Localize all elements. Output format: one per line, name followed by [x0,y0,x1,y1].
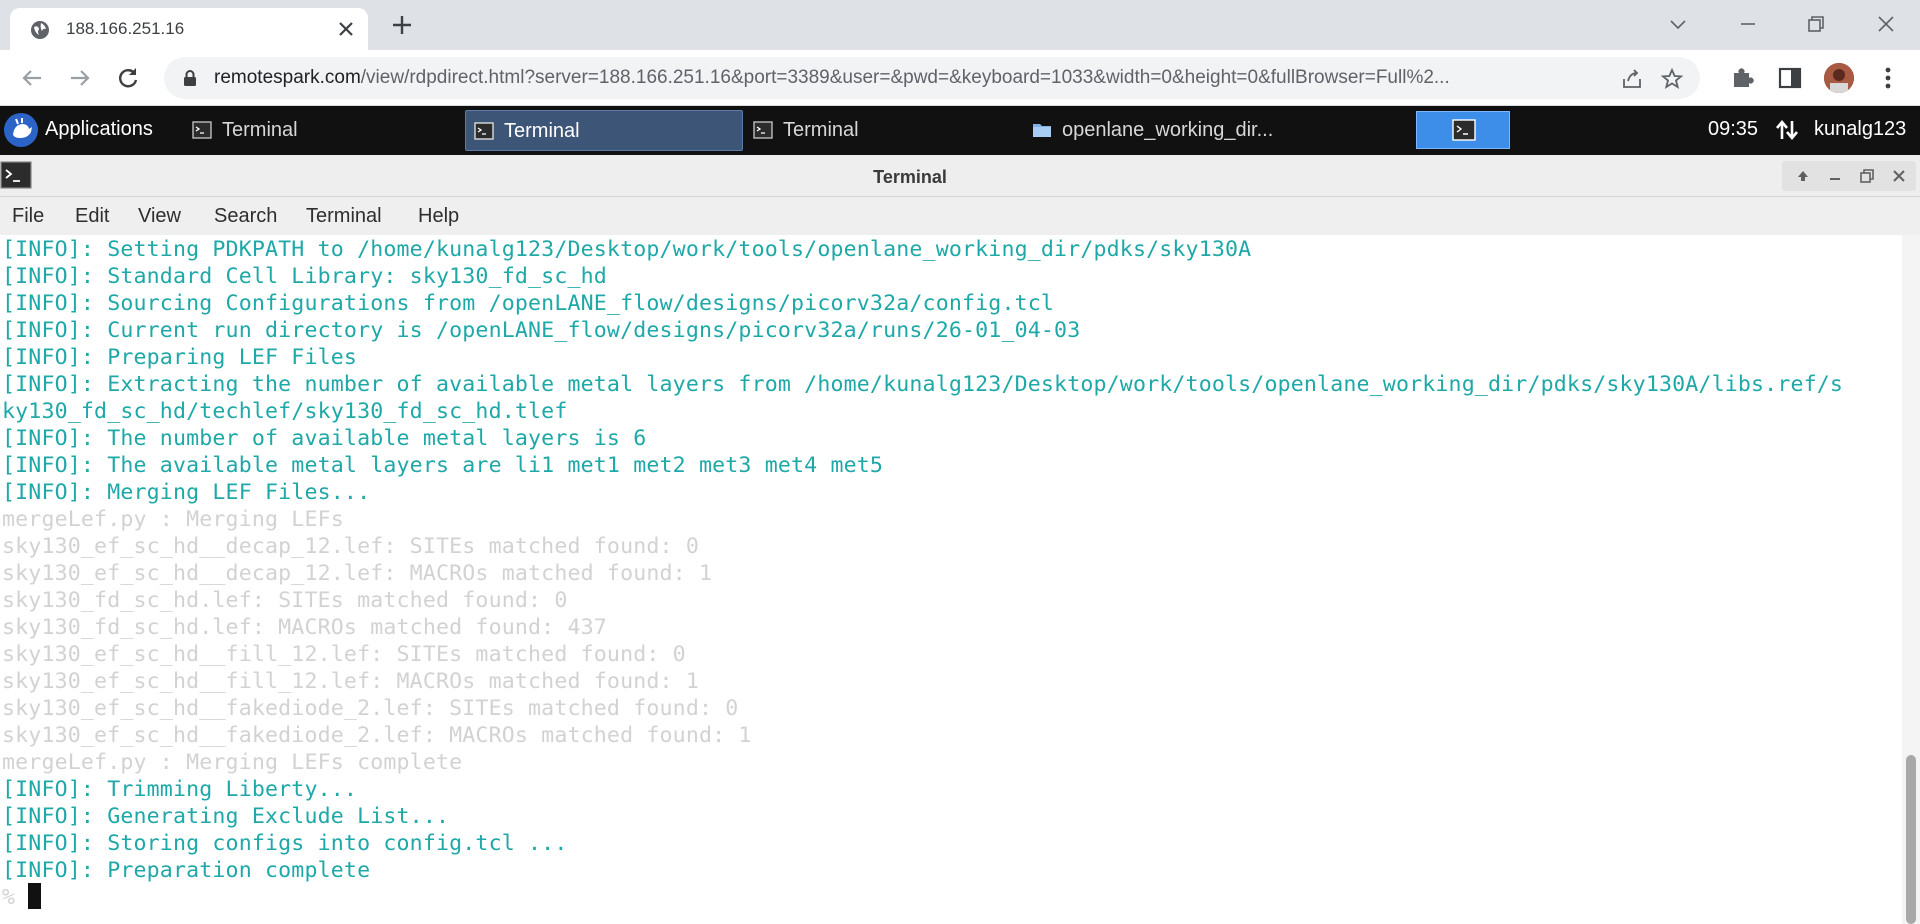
avatar[interactable] [1824,63,1854,93]
terminal-line: sky130_ef_sc_hd__fakediode_2.lef: MACROs… [2,723,752,748]
plus-icon[interactable] [390,13,414,37]
taskbar-item-label: Terminal [504,120,580,142]
restore-icon[interactable] [1804,12,1828,36]
terminal-icon [192,121,212,139]
tab-title: 188.166.251.16 [66,19,185,38]
terminal-menubar: File Edit View Search Terminal Help [0,197,1920,235]
terminal-line: [INFO]: Current run directory is /openLA… [2,318,1081,343]
terminal-scrollbar[interactable] [1902,235,1920,924]
menu-view[interactable]: View [138,205,181,228]
terminal-line: sky130_ef_sc_hd__fill_12.lef: MACROs mat… [2,669,699,694]
close-icon[interactable] [1890,167,1908,185]
applications-menu-button[interactable]: Applications [0,106,176,155]
arrow-left-icon[interactable] [18,64,46,92]
menu-help[interactable]: Help [418,205,459,228]
folder-icon [1033,124,1051,137]
window-controls [1782,161,1916,191]
terminal-line: [INFO]: The available metal layers are l… [2,453,884,478]
globe-icon [31,21,49,39]
arrow-up-icon[interactable] [1794,167,1812,185]
address-bar[interactable]: remotespark.com/view/rdpdirect.html?serv… [164,57,1700,99]
url-text[interactable]: remotespark.com/view/rdpdirect.html?serv… [214,67,1450,89]
desktop-panel: Applications Terminal Terminal Terminal … [0,106,1920,155]
xfce-mouse-icon [13,118,32,138]
terminal-line: [INFO]: Trimming Liberty... [2,777,358,802]
avatar-image [1824,63,1854,93]
panel-user[interactable]: kunalg123 [1814,118,1906,141]
terminal-line: sky130_fd_sc_hd.lef: SITEs matched found… [2,588,568,613]
terminal-line: mergeLef.py : Merging LEFs [2,507,344,532]
terminal-line: [INFO]: Sourcing Configurations from /op… [2,291,1055,316]
terminal-line: [INFO]: Merging LEF Files... [2,480,371,505]
star-icon[interactable] [1660,67,1684,91]
minimize-icon[interactable] [1736,12,1760,36]
terminal-icon [474,122,494,140]
url-path: /view/rdpdirect.html?server=188.166.251.… [360,67,1450,88]
browser-tab[interactable]: 188.166.251.16 [10,8,368,50]
xfce-logo-icon [4,113,38,147]
share-icon[interactable] [1620,67,1644,91]
side-panel-icon[interactable] [1776,64,1804,92]
terminal-icon [753,121,773,139]
terminal-line: sky130_fd_sc_hd.lef: MACROs matched foun… [2,615,607,640]
window-title: Terminal [873,167,947,187]
terminal-line: [INFO]: Standard Cell Library: sky130_fd… [2,264,607,289]
menu-file[interactable]: File [12,205,44,228]
browser-tab-strip: 188.166.251.16 [0,0,1920,50]
taskbar-item-file-manager[interactable]: openlane_working_dir... [1024,110,1304,151]
network-icon[interactable] [1774,117,1800,143]
window-titlebar[interactable]: Terminal [0,155,1920,197]
menu-edit[interactable]: Edit [75,205,109,228]
terminal-line: ky130_fd_sc_hd/techlef/sky130_fd_sc_hd.t… [2,399,568,424]
chevron-down-icon[interactable] [1666,12,1690,36]
browser-toolbar: remotespark.com/view/rdpdirect.html?serv… [0,50,1920,106]
terminal-line: [INFO]: The number of available metal la… [2,426,647,451]
taskbar-item-label: Terminal [783,119,859,141]
terminal-line: sky130_ef_sc_hd__decap_12.lef: MACROs ma… [2,561,713,586]
lock-icon[interactable] [180,68,200,88]
taskbar-item-terminal-3[interactable]: Terminal [745,110,1025,151]
terminal-icon [1452,119,1476,141]
terminal-line: % [2,885,29,910]
close-window-icon[interactable] [1874,12,1898,36]
arrow-right-icon[interactable] [66,64,94,92]
puzzle-icon[interactable] [1729,64,1757,92]
terminal-line: [INFO]: Setting PDKPATH to /home/kunalg1… [2,237,1252,262]
terminal-cursor [28,883,41,909]
maximize-icon[interactable] [1858,167,1876,185]
terminal-line: [INFO]: Preparation complete [2,858,371,883]
menu-search[interactable]: Search [214,205,277,228]
kebab-menu-icon[interactable] [1874,64,1902,92]
terminal-line: [INFO]: Extracting the number of availab… [2,372,1844,397]
terminal-line: [INFO]: Storing configs into config.tcl … [2,831,568,856]
terminal-line: [INFO]: Preparing LEF Files [2,345,358,370]
taskbar-item-terminal-2[interactable]: Terminal [465,110,743,151]
menu-terminal[interactable]: Terminal [306,205,382,228]
taskbar-item-label: openlane_working_dir... [1062,119,1274,141]
terminal-output[interactable]: [INFO]: Setting PDKPATH to /home/kunalg1… [0,235,1902,924]
terminal-line: sky130_ef_sc_hd__fakediode_2.lef: SITEs … [2,696,739,721]
terminal-line: mergeLef.py : Merging LEFs complete [2,750,463,775]
reload-icon[interactable] [114,64,142,92]
minimize-icon[interactable] [1826,167,1844,185]
scrollbar-thumb[interactable] [1906,755,1916,924]
url-host: remotespark.com [214,67,361,88]
taskbar-item-label: Terminal [222,119,298,141]
taskbar-item-terminal-1[interactable]: Terminal [184,110,464,151]
panel-clock[interactable]: 09:35 [1708,118,1758,141]
terminal-line: [INFO]: Generating Exclude List... [2,804,450,829]
workspace-switcher[interactable] [1416,111,1510,149]
applications-label: Applications [45,118,153,140]
terminal-line: sky130_ef_sc_hd__decap_12.lef: SITEs mat… [2,534,699,559]
close-icon[interactable] [336,19,356,39]
terminal-line: sky130_ef_sc_hd__fill_12.lef: SITEs matc… [2,642,686,667]
